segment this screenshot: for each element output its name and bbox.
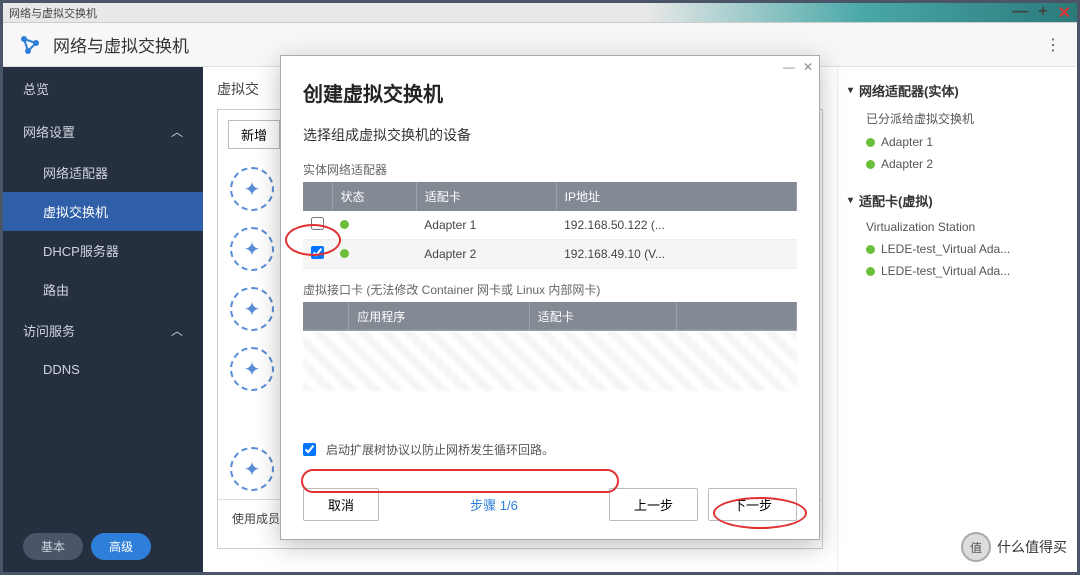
window-title: 网络与虚拟交换机 [9,5,97,21]
sidebar-item-route[interactable]: 路由 [3,270,203,309]
chevron-up-icon: ︿ [171,322,183,339]
sidebar: 总览 网络设置︿ 网络适配器 虚拟交换机 DHCP服务器 路由 访问服务︿ DD… [3,67,203,572]
members-label: 使用成员: [232,512,283,526]
minimize-icon[interactable]: — [1012,3,1028,23]
create-vswitch-dialog: — ✕ 创建虚拟交换机 选择组成虚拟交换机的设备 实体网络适配器 状态 适配卡 … [280,55,820,540]
dialog-minimize-icon[interactable]: — [783,60,795,74]
network-icon: ✦ [230,287,274,331]
rp-physical-header[interactable]: ▾网络适配器(实体) [848,81,1067,100]
cell-ip: 192.168.50.122 (... [556,211,796,240]
window-titlebar: 网络与虚拟交换机 — + ✕ [3,3,1077,23]
cell-adapter: Adapter 2 [416,240,556,269]
network-icon: ✦ [230,347,274,391]
table-row[interactable]: Adapter 1 192.168.50.122 (... [303,211,797,240]
status-dot-icon [340,249,349,258]
cell-adapter: Adapter 1 [416,211,556,240]
watermark: 值 什么值得买 [961,532,1067,562]
table-row[interactable]: Adapter 2 192.168.49.10 (V... [303,240,797,269]
network-icon: ✦ [230,447,274,491]
add-button[interactable]: 新增 [228,120,280,149]
network-icon: ✦ [230,227,274,271]
dialog-subtitle: 选择组成虚拟交换机的设备 [303,125,797,145]
status-dot-icon [866,160,875,169]
rp-vadapter-item[interactable]: LEDE-test_Virtual Ada... [848,238,1067,260]
rp-virtual-header[interactable]: ▾适配卡(虚拟) [848,191,1067,210]
watermark-badge-icon: 值 [961,532,991,562]
sidebar-item-overview[interactable]: 总览 [3,67,203,110]
rp-adapter-item[interactable]: Adapter 1 [848,131,1067,153]
phys-adapter-table: 状态 适配卡 IP地址 Adapter 1 192.168.50.122 (..… [303,182,797,269]
prev-button[interactable]: 上一步 [609,488,698,521]
sidebar-item-access[interactable]: 访问服务︿ [3,309,203,352]
sidebar-item-dhcp[interactable]: DHCP服务器 [3,231,203,270]
col-app: 应用程序 [349,302,530,331]
rp-physical-subhead: 已分派给虚拟交换机 [848,106,1067,131]
sidebar-item-vswitch[interactable]: 虚拟交换机 [3,192,203,231]
close-icon[interactable]: ✕ [1058,3,1071,23]
status-dot-icon [866,267,875,276]
watermark-text: 什么值得买 [997,537,1067,557]
triangle-down-icon: ▾ [848,195,853,206]
stp-checkbox[interactable] [303,443,316,456]
rp-adapter-item[interactable]: Adapter 2 [848,153,1067,175]
next-button[interactable]: 下一步 [708,488,797,521]
col-ip: IP地址 [556,182,796,211]
sidebar-item-network-settings[interactable]: 网络设置︿ [3,110,203,153]
mode-advanced-button[interactable]: 高级 [91,533,151,560]
sidebar-item-ddns[interactable]: DDNS [3,352,203,387]
network-icon: ✦ [230,167,274,211]
mode-basic-button[interactable]: 基本 [23,533,83,560]
right-panel: ▾网络适配器(实体) 已分派给虚拟交换机 Adapter 1 Adapter 2… [837,67,1077,572]
window-controls: — + ✕ [1012,3,1071,23]
status-dot-icon [340,220,349,229]
sidebar-mode-toggle: 基本 高级 [3,521,203,572]
rp-virtual-subhead: Virtualization Station [848,216,1067,238]
col-adapter: 适配卡 [529,302,676,331]
status-dot-icon [866,138,875,147]
row-checkbox[interactable] [311,217,324,230]
virt-adapter-label: 虚拟接口卡 (无法修改 Container 网卡或 Linux 内部网卡) [303,281,797,298]
status-dot-icon [866,245,875,254]
dialog-close-icon[interactable]: ✕ [803,60,813,74]
triangle-down-icon: ▾ [848,85,853,96]
phys-adapter-label: 实体网络适配器 [303,161,797,178]
app-logo-icon [17,32,43,58]
col-status: 状态 [332,182,416,211]
virt-table-body-redacted [303,331,797,391]
stp-label: 启动扩展树协议以防止网桥发生循环回路。 [326,441,554,458]
stp-option-row: 启动扩展树协议以防止网桥发生循环回路。 [303,441,797,458]
dialog-title: 创建虚拟交换机 [303,78,797,107]
dialog-footer: 取消 步骤 1/6 上一步 下一步 [281,478,819,539]
col-adapter: 适配卡 [416,182,556,211]
app-title: 网络与虚拟交换机 [53,32,189,57]
col-checkbox [303,302,349,331]
dialog-titlebar: — ✕ [281,56,819,78]
maximize-icon[interactable]: + [1038,3,1047,23]
col-checkbox [303,182,332,211]
step-indicator: 步骤 1/6 [470,495,518,514]
sidebar-item-adapter[interactable]: 网络适配器 [3,153,203,192]
row-checkbox[interactable] [311,246,324,259]
virt-adapter-table: 应用程序 适配卡 [303,302,797,331]
cell-ip: 192.168.49.10 (V... [556,240,796,269]
rp-vadapter-item[interactable]: LEDE-test_Virtual Ada... [848,260,1067,282]
more-menu-icon[interactable]: ⋮ [1045,35,1063,55]
cancel-button[interactable]: 取消 [303,488,379,521]
chevron-up-icon: ︿ [171,123,183,140]
